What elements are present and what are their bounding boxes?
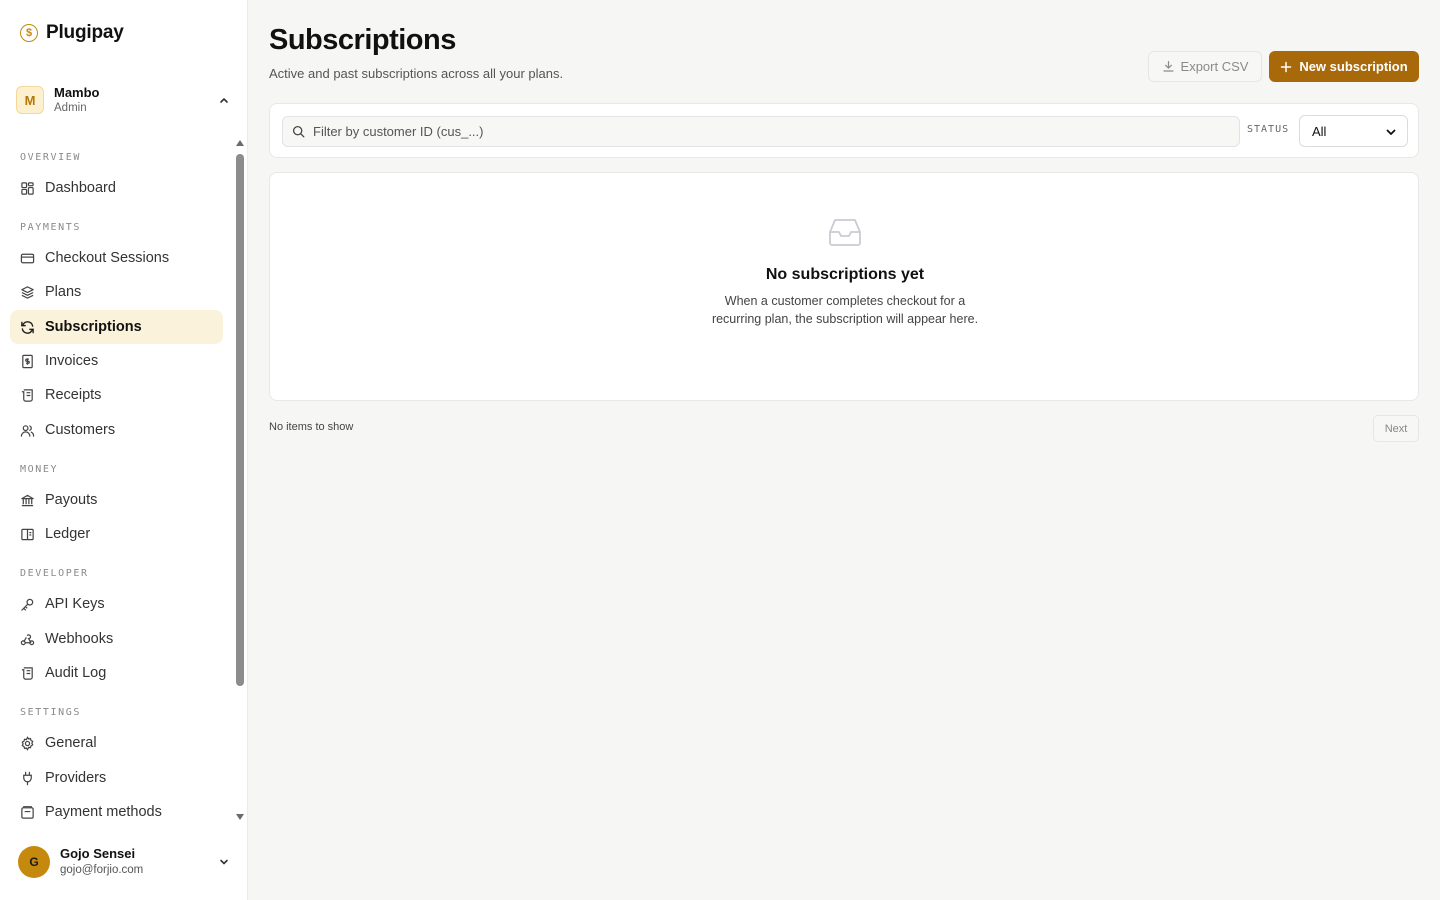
scrollbar-thumb[interactable] xyxy=(236,154,244,686)
sidebar-scrollbar[interactable] xyxy=(234,136,246,824)
nav-section-payments: PAYMENTS xyxy=(20,222,81,233)
org-name: Mambo xyxy=(54,84,100,100)
org-role: Admin xyxy=(54,101,87,114)
sidebar-item-label: Webhooks xyxy=(45,631,114,647)
sidebar-item-receipts[interactable]: Receipts xyxy=(10,378,223,412)
wallet-icon xyxy=(21,805,34,819)
user-name: Gojo Sensei xyxy=(60,846,136,862)
sidebar-item-label: Audit Log xyxy=(45,665,107,681)
nav-section-overview: OVERVIEW xyxy=(20,152,81,163)
sidebar-nav: OVERVIEW Dashboard PAYMENTS Checkout Ses… xyxy=(10,140,234,830)
sidebar-item-label: Subscriptions xyxy=(45,319,142,335)
webhook-icon xyxy=(20,633,35,645)
receipt-icon xyxy=(21,388,33,402)
sidebar-item-audit-log[interactable]: Audit Log xyxy=(10,656,223,690)
sidebar-item-label: General xyxy=(45,735,97,751)
brand-name: Plugipay xyxy=(46,22,124,43)
avatar: G xyxy=(18,846,50,878)
org-text: Mambo Admin xyxy=(54,85,100,116)
new-subscription-button[interactable]: New subscription xyxy=(1269,51,1419,82)
sidebar-item-dashboard[interactable]: Dashboard xyxy=(10,171,223,205)
sidebar: $ Plugipay M Mambo Admin OVERVIEW Dashbo… xyxy=(0,0,248,900)
nav-section-money: MONEY xyxy=(20,464,59,475)
sidebar-item-invoices[interactable]: Invoices xyxy=(10,344,223,378)
page-subtitle: Active and past subscriptions across all… xyxy=(269,66,564,81)
user-menu[interactable]: G Gojo Sensei gojo@forjio.com xyxy=(18,845,232,879)
scroll-up-arrow-icon[interactable] xyxy=(235,138,245,148)
sidebar-item-providers[interactable]: Providers xyxy=(10,761,223,795)
scroll-icon xyxy=(21,666,33,680)
sidebar-item-webhooks[interactable]: Webhooks xyxy=(10,622,223,656)
sidebar-item-subscriptions[interactable]: Subscriptions xyxy=(10,310,223,344)
refresh-icon xyxy=(21,320,34,334)
sidebar-item-label: API Keys xyxy=(45,596,105,612)
sidebar-item-label: Ledger xyxy=(45,526,91,542)
users-icon xyxy=(20,424,35,437)
scroll-down-arrow-icon[interactable] xyxy=(235,812,245,822)
next-page-button[interactable]: Next xyxy=(1373,415,1419,442)
nav-section-developer: DEVELOPER xyxy=(20,568,89,579)
org-avatar: M xyxy=(16,86,44,114)
sidebar-item-general[interactable]: General xyxy=(10,726,223,760)
sidebar-item-label: Dashboard xyxy=(45,180,116,196)
export-csv-button[interactable]: Export CSV xyxy=(1148,51,1262,82)
chevron-down-icon xyxy=(1386,129,1396,135)
sidebar-item-label: Plans xyxy=(45,284,82,300)
dashboard-icon xyxy=(21,181,34,195)
search-input[interactable] xyxy=(313,124,1213,139)
sidebar-item-label: Checkout Sessions xyxy=(45,250,170,266)
sidebar-item-label: Customers xyxy=(45,422,116,438)
inbox-icon xyxy=(829,219,861,246)
search-field[interactable] xyxy=(282,116,1240,147)
sidebar-item-label: Payouts xyxy=(45,492,98,508)
sidebar-item-label: Receipts xyxy=(45,387,102,403)
download-icon xyxy=(1162,61,1174,72)
plug-icon xyxy=(23,771,32,785)
book-icon xyxy=(21,528,34,540)
new-subscription-label: New subscription xyxy=(1299,59,1408,74)
layers-icon xyxy=(21,285,34,299)
nav-section-settings: SETTINGS xyxy=(20,707,81,718)
status-select[interactable]: All xyxy=(1299,115,1408,147)
export-csv-label: Export CSV xyxy=(1180,59,1249,74)
sidebar-item-label: Providers xyxy=(45,770,107,786)
chevron-down-icon xyxy=(220,859,228,865)
status-filter-label: STATUS xyxy=(1247,124,1290,135)
sidebar-item-plans[interactable]: Plans xyxy=(10,275,223,309)
empty-state-description: When a customer completes checkout for a… xyxy=(711,294,979,326)
pagination-info: No items to show xyxy=(269,421,354,433)
user-text: Gojo Sensei gojo@forjio.com xyxy=(60,846,143,878)
brand[interactable]: $ Plugipay xyxy=(20,22,124,44)
search-icon xyxy=(292,125,305,138)
sidebar-item-api-keys[interactable]: API Keys xyxy=(10,587,223,621)
org-switcher[interactable]: M Mambo Admin xyxy=(16,84,232,116)
filter-bar: STATUS All xyxy=(269,103,1419,158)
bank-icon xyxy=(21,494,34,506)
empty-state: No subscriptions yet When a customer com… xyxy=(269,172,1419,401)
sidebar-item-ledger[interactable]: Ledger xyxy=(10,517,223,551)
invoice-icon xyxy=(22,354,33,368)
sidebar-item-payment-methods[interactable]: Payment methods xyxy=(10,795,223,829)
sidebar-item-payouts[interactable]: Payouts xyxy=(10,483,223,517)
dollar-coin-icon: $ xyxy=(20,24,38,42)
key-icon xyxy=(21,598,34,611)
empty-state-title: No subscriptions yet xyxy=(765,266,925,283)
user-email: gojo@forjio.com xyxy=(60,863,144,876)
page-title: Subscriptions xyxy=(269,24,456,56)
sidebar-item-label: Invoices xyxy=(45,353,99,369)
credit-card-icon xyxy=(20,253,35,263)
gear-icon xyxy=(21,735,34,751)
status-select-value: All xyxy=(1312,123,1327,139)
sidebar-item-checkout-sessions[interactable]: Checkout Sessions xyxy=(10,241,223,275)
sidebar-item-customers[interactable]: Customers xyxy=(10,413,223,447)
chevron-up-icon xyxy=(220,98,228,103)
plus-icon xyxy=(1281,61,1292,72)
sidebar-item-label: Payment methods xyxy=(45,804,162,820)
